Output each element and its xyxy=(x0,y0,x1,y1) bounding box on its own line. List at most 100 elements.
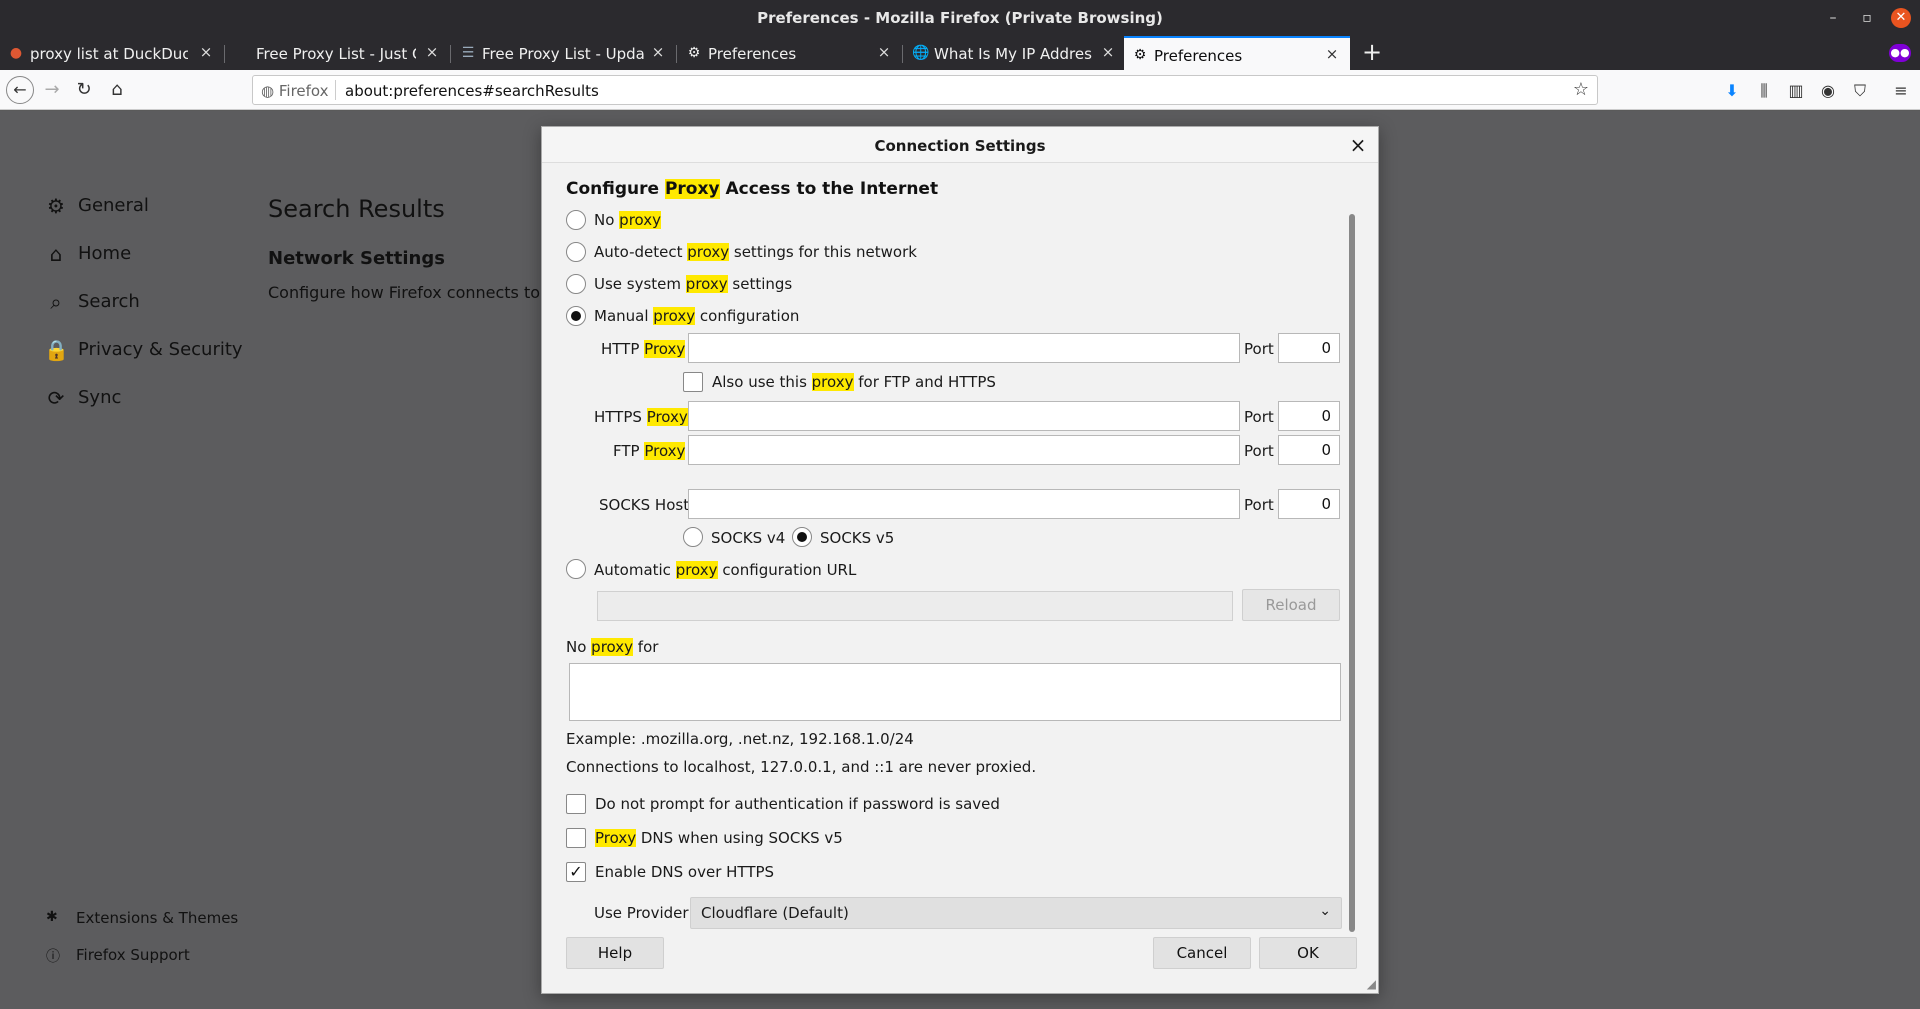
http-proxy-input[interactable] xyxy=(688,333,1240,363)
cancel-button[interactable]: Cancel xyxy=(1153,937,1251,969)
tab-title: Free Proxy List - Updated xyxy=(482,45,644,63)
footer-link-label: Firefox Support xyxy=(76,946,190,964)
identity-label: Firefox xyxy=(278,82,329,100)
library-icon[interactable]: ⫼ xyxy=(1753,80,1775,102)
provider-select[interactable]: Cloudflare (Default) ⌄ xyxy=(690,897,1342,929)
http-proxy-label: HTTP Proxy xyxy=(601,340,686,358)
tab-title: What Is My IP Address - S xyxy=(934,45,1092,63)
ftp-port-label: Port xyxy=(1244,442,1274,460)
socks-host-input[interactable] xyxy=(688,489,1240,519)
tab-preferences-active[interactable]: ⚙ Preferences × xyxy=(1124,36,1350,70)
dns-over-https-label[interactable]: Enable DNS over HTTPS xyxy=(595,863,774,881)
firefox-icon: ◍ xyxy=(261,82,275,100)
minimize-icon[interactable]: – xyxy=(1823,8,1843,28)
globe-icon: 🌐 xyxy=(912,45,930,61)
proxy-dns-label[interactable]: Proxy DNS when using SOCKS v5 xyxy=(595,829,843,847)
proxy-dns-checkbox[interactable] xyxy=(566,828,586,848)
search-icon: ⌕ xyxy=(50,290,62,314)
category-label: General xyxy=(78,195,149,216)
tab-duckduckgo[interactable]: ● proxy list at DuckDuckGo × xyxy=(0,36,222,70)
close-tab-icon[interactable]: × xyxy=(198,44,214,60)
ftp-proxy-input[interactable] xyxy=(688,435,1240,465)
close-dialog-icon[interactable]: × xyxy=(1348,133,1368,157)
section-heading: Network Settings xyxy=(268,248,445,269)
no-proxy-for-textarea[interactable] xyxy=(569,663,1341,721)
socks-host-label: SOCKS Host xyxy=(599,496,690,514)
shield-icon[interactable]: ⛉ xyxy=(1849,80,1871,102)
also-use-proxy-checkbox[interactable] xyxy=(683,372,703,392)
tab-free-proxy-list-updated[interactable]: ☰ Free Proxy List - Updated × xyxy=(452,36,674,70)
https-proxy-input[interactable] xyxy=(688,401,1240,431)
auto-detect-label[interactable]: Auto-detect proxy settings for this netw… xyxy=(594,243,917,261)
menu-icon[interactable]: ≡ xyxy=(1890,80,1912,102)
duckduckgo-icon: ● xyxy=(9,45,23,61)
ftp-port-input[interactable]: 0 xyxy=(1278,435,1340,465)
close-tab-icon[interactable]: × xyxy=(1324,46,1340,62)
no-proxy-for-label: No proxy for xyxy=(566,638,659,656)
category-label: Search xyxy=(78,291,140,312)
http-port-label: Port xyxy=(1244,340,1274,358)
page-title: Search Results xyxy=(268,195,445,223)
help-button[interactable]: Help xyxy=(566,937,664,969)
close-window-icon[interactable]: ✕ xyxy=(1891,8,1911,28)
system-proxy-radio[interactable] xyxy=(566,274,586,294)
https-port-input[interactable]: 0 xyxy=(1278,401,1340,431)
reload-button[interactable]: Reload xyxy=(1242,589,1340,621)
socks-v5-label[interactable]: SOCKS v5 xyxy=(820,529,894,547)
use-provider-label: Use Provider xyxy=(594,904,689,922)
auto-config-url-label[interactable]: Automatic proxy configuration URL xyxy=(594,561,856,579)
socks-v5-radio[interactable] xyxy=(792,527,812,547)
lock-icon: 🔒 xyxy=(44,338,69,362)
auto-detect-radio[interactable] xyxy=(566,242,586,262)
back-button[interactable]: ← xyxy=(6,76,34,104)
gear-icon: ⚙ xyxy=(47,194,65,218)
resize-grip-icon[interactable]: ◢ xyxy=(1367,977,1376,991)
account-icon[interactable]: ◉ xyxy=(1817,80,1839,102)
home-button[interactable]: ⌂ xyxy=(103,76,131,104)
reload-button[interactable]: ↻ xyxy=(70,76,98,104)
home-icon: ⌂ xyxy=(49,242,63,266)
gear-icon: ⚙ xyxy=(687,45,701,61)
http-port-input[interactable]: 0 xyxy=(1278,333,1340,363)
no-proxy-label[interactable]: No proxy xyxy=(594,211,662,229)
no-prompt-auth-checkbox[interactable] xyxy=(566,794,586,814)
dialog-scrollbar[interactable] xyxy=(1349,214,1355,932)
bookmark-star-icon[interactable]: ☆ xyxy=(1573,79,1589,100)
tab-preferences[interactable]: ⚙ Preferences × xyxy=(678,36,900,70)
url-bar[interactable]: ◍ Firefox about:preferences#searchResult… xyxy=(252,75,1598,105)
provider-selected-value: Cloudflare (Default) xyxy=(701,904,849,922)
downloads-icon[interactable]: ⬇ xyxy=(1721,80,1743,102)
ok-button[interactable]: OK xyxy=(1259,937,1357,969)
no-proxy-radio[interactable] xyxy=(566,210,586,230)
dialog-titlebar: Connection Settings × xyxy=(542,127,1378,163)
tab-free-proxy-list[interactable]: Free Proxy List - Just Che × xyxy=(226,36,448,70)
socks-port-input[interactable]: 0 xyxy=(1278,489,1340,519)
maximize-icon[interactable]: ▫ xyxy=(1857,8,1877,28)
forward-button[interactable]: → xyxy=(38,76,66,104)
auto-config-url-radio[interactable] xyxy=(566,559,586,579)
close-tab-icon[interactable]: × xyxy=(876,44,892,60)
tab-title: Preferences xyxy=(708,45,797,63)
manual-proxy-radio[interactable] xyxy=(566,306,586,326)
close-tab-icon[interactable]: × xyxy=(424,44,440,60)
socks-v4-label[interactable]: SOCKS v4 xyxy=(711,529,785,547)
socks-v4-radio[interactable] xyxy=(683,527,703,547)
no-prompt-auth-label[interactable]: Do not prompt for authentication if pass… xyxy=(595,795,1000,813)
url-text[interactable]: about:preferences#searchResults xyxy=(345,82,599,100)
tab-bar: ● proxy list at DuckDuckGo × Free Proxy … xyxy=(0,36,1920,70)
system-proxy-label[interactable]: Use system proxy settings xyxy=(594,275,792,293)
tab-what-is-my-ip[interactable]: 🌐 What Is My IP Address - S × xyxy=(904,36,1122,70)
category-label: Sync xyxy=(78,387,122,408)
dialog-title: Connection Settings xyxy=(874,137,1046,155)
sidebar-icon[interactable]: ▥ xyxy=(1785,80,1807,102)
close-tab-icon[interactable]: × xyxy=(1100,44,1116,60)
new-tab-button[interactable]: + xyxy=(1358,38,1386,66)
identity-box[interactable]: ◍ Firefox xyxy=(261,82,329,100)
window-titlebar: Preferences - Mozilla Firefox (Private B… xyxy=(0,0,1920,36)
also-use-proxy-label[interactable]: Also use this proxy for FTP and HTTPS xyxy=(712,373,996,391)
auto-config-url-input[interactable] xyxy=(597,591,1233,621)
dns-over-https-checkbox[interactable]: ✓ xyxy=(566,862,586,882)
close-tab-icon[interactable]: × xyxy=(650,44,666,60)
puzzle-icon: ✱ xyxy=(46,909,58,925)
manual-proxy-label[interactable]: Manual proxy configuration xyxy=(594,307,799,325)
